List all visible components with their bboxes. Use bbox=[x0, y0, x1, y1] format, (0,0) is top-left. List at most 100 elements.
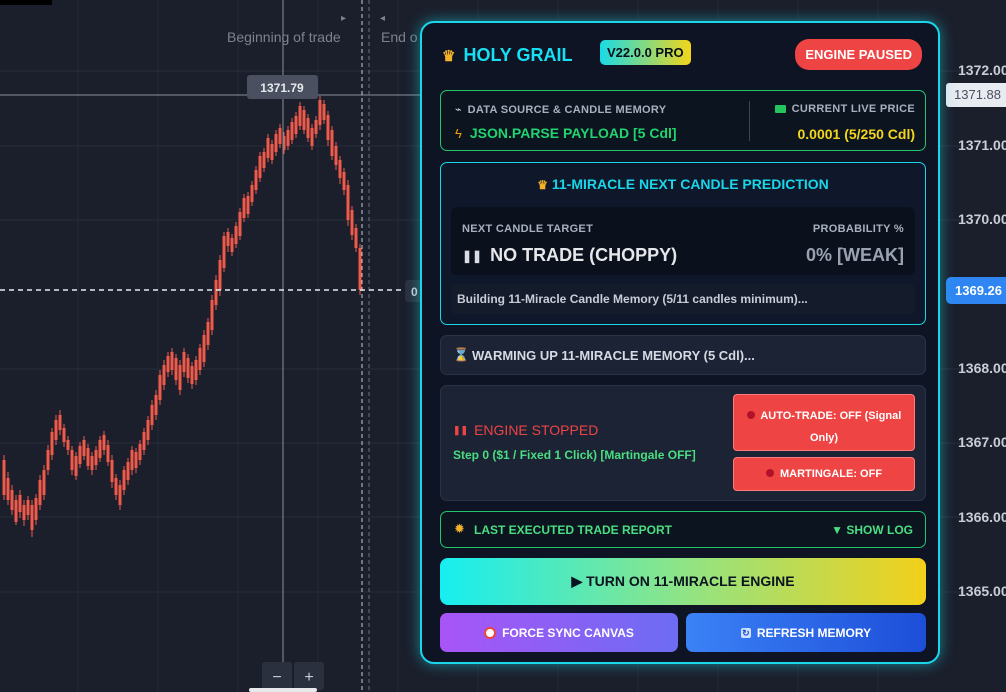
refresh-memory-label: REFRESH MEMORY bbox=[756, 625, 872, 640]
warming-up-text: WARMING UP 11-MIRACLE MEMORY (5 Cdl)... bbox=[472, 348, 755, 363]
candle-body bbox=[318, 100, 322, 125]
candle-body bbox=[202, 335, 206, 362]
candle-body bbox=[354, 228, 358, 248]
turn-on-engine-button[interactable]: ▶ TURN ON 11-MIRACLE ENGINE bbox=[440, 558, 926, 605]
price-tick: 1371.00 bbox=[958, 137, 1006, 153]
target-value-row: ❚❚ NO TRADE (CHOPPY) bbox=[462, 245, 677, 266]
candle-body bbox=[290, 122, 294, 140]
price-tick: 1372.00 bbox=[958, 62, 1006, 78]
zoom-in-icon: + bbox=[304, 669, 313, 686]
candle-body bbox=[66, 440, 70, 450]
version-badge: V22.0.0 PRO bbox=[600, 40, 691, 65]
data-source-value-row: ϟ JSON.PARSE PAYLOAD [5 Cdl] bbox=[455, 125, 677, 141]
candle-body bbox=[230, 238, 234, 252]
candle-body bbox=[50, 432, 54, 455]
candle-body bbox=[254, 170, 258, 190]
candle-body bbox=[182, 352, 186, 372]
candle-body bbox=[270, 144, 274, 160]
candle-body bbox=[146, 420, 150, 440]
candle-body bbox=[78, 446, 82, 464]
candle-body bbox=[274, 134, 278, 152]
candle-body bbox=[186, 358, 190, 378]
prediction-target-box: NEXT CANDLE TARGET PROBABILITY % ❚❚ NO T… bbox=[451, 207, 915, 275]
engine-state-row: ❚❚ ENGINE STOPPED bbox=[453, 422, 598, 438]
target-icon bbox=[484, 626, 497, 639]
prediction-card: ♛ 11-MIRACLE NEXT CANDLE PREDICTION NEXT… bbox=[440, 162, 926, 325]
candle-body bbox=[310, 128, 314, 146]
candle-body bbox=[98, 440, 102, 458]
candle-body bbox=[114, 478, 118, 495]
probability-value: 0% [WEAK] bbox=[806, 245, 904, 265]
crown-icon: ♛ bbox=[537, 178, 548, 192]
candle-body bbox=[178, 365, 182, 390]
candle-body bbox=[62, 428, 66, 442]
candle-body bbox=[246, 196, 250, 214]
crosshair-price-text: 1371.79 bbox=[260, 81, 304, 95]
price-tick: 1367.00 bbox=[958, 434, 1006, 450]
candle-body bbox=[266, 138, 270, 158]
candle-body bbox=[126, 462, 130, 480]
candle-body bbox=[206, 322, 210, 345]
martingale-button[interactable]: MARTINGALE: OFF bbox=[733, 457, 915, 491]
candle-body bbox=[46, 450, 50, 470]
candle-body bbox=[54, 420, 58, 440]
candle-body bbox=[130, 450, 134, 470]
engine-state: ENGINE STOPPED bbox=[474, 422, 599, 438]
engine-step: Step 0 ($1 / Fixed 1 Click) [Martingale … bbox=[453, 448, 696, 462]
candle-body bbox=[94, 450, 98, 465]
candle-body bbox=[30, 505, 34, 530]
live-price-header: CURRENT LIVE PRICE bbox=[774, 103, 915, 115]
candle-body bbox=[214, 280, 218, 305]
sun-icon: ✹ bbox=[454, 521, 465, 536]
candle-body bbox=[22, 505, 26, 520]
data-source-value: JSON.PARSE PAYLOAD [5 Cdl] bbox=[469, 125, 677, 141]
candle-body bbox=[342, 172, 346, 190]
data-source-card: ⌁ DATA SOURCE & CANDLE MEMORY ϟ JSON.PAR… bbox=[440, 90, 926, 151]
satellite-icon: ⌁ bbox=[455, 104, 462, 116]
data-source-header: ⌁ DATA SOURCE & CANDLE MEMORY bbox=[455, 103, 667, 117]
candle-body bbox=[34, 498, 38, 520]
candle-body bbox=[346, 185, 350, 220]
show-log-toggle[interactable]: ▼ SHOW LOG bbox=[831, 523, 913, 537]
candle-body bbox=[90, 456, 94, 470]
candle-body bbox=[314, 120, 318, 134]
trade-report-bar[interactable]: ✹ LAST EXECUTED TRADE REPORT ▼ SHOW LOG bbox=[440, 511, 926, 548]
candle-body bbox=[26, 500, 30, 515]
candle-body bbox=[86, 448, 90, 466]
price-tick: 1368.00 bbox=[958, 360, 1006, 376]
time-scroll-handle[interactable] bbox=[249, 688, 317, 692]
warming-up-bar: ⌛ WARMING UP 11-MIRACLE MEMORY (5 Cdl)..… bbox=[440, 335, 926, 375]
candle-body bbox=[226, 232, 230, 246]
candle-body bbox=[122, 470, 126, 490]
martingale-label: MARTINGALE: OFF bbox=[780, 468, 883, 480]
trade-report-label: LAST EXECUTED TRADE REPORT bbox=[474, 523, 673, 537]
top-left-bar bbox=[0, 0, 52, 5]
panel-title: ♛ HOLY GRAIL bbox=[442, 45, 572, 66]
candle-body bbox=[6, 478, 10, 500]
candle-body bbox=[238, 212, 242, 236]
candle-body bbox=[218, 260, 222, 290]
candle-body bbox=[258, 156, 262, 178]
candle-body bbox=[294, 116, 298, 134]
candle-body bbox=[38, 480, 42, 505]
zoom-out-icon: − bbox=[272, 669, 281, 686]
candle-body bbox=[286, 130, 290, 146]
candle-body bbox=[150, 405, 154, 425]
force-sync-canvas-button[interactable]: FORCE SYNC CANVAS bbox=[440, 613, 678, 652]
candle-body bbox=[298, 106, 302, 126]
refresh-icon: ↻ bbox=[740, 627, 751, 638]
auto-trade-button[interactable]: AUTO-TRADE: OFF (Signal Only) bbox=[733, 394, 915, 451]
target-label: NEXT CANDLE TARGET bbox=[462, 223, 594, 235]
arrow-right-icon: ▸ bbox=[341, 13, 346, 24]
prediction-status-box: Building 11-Miracle Candle Memory (5/11 … bbox=[451, 284, 915, 314]
candle-body bbox=[198, 348, 202, 370]
refresh-memory-button[interactable]: ↻ REFRESH MEMORY bbox=[686, 613, 926, 652]
end-of-trade-label: End o bbox=[381, 29, 418, 45]
candle-body bbox=[170, 352, 174, 370]
crown-icon: ♛ bbox=[442, 47, 456, 65]
candle-body bbox=[58, 415, 62, 430]
candle-body bbox=[190, 366, 194, 384]
data-source-label: DATA SOURCE & CANDLE MEMORY bbox=[467, 103, 667, 116]
beginning-of-trade-label: Beginning of trade bbox=[227, 29, 341, 45]
price-tick: 1366.00 bbox=[958, 509, 1006, 525]
